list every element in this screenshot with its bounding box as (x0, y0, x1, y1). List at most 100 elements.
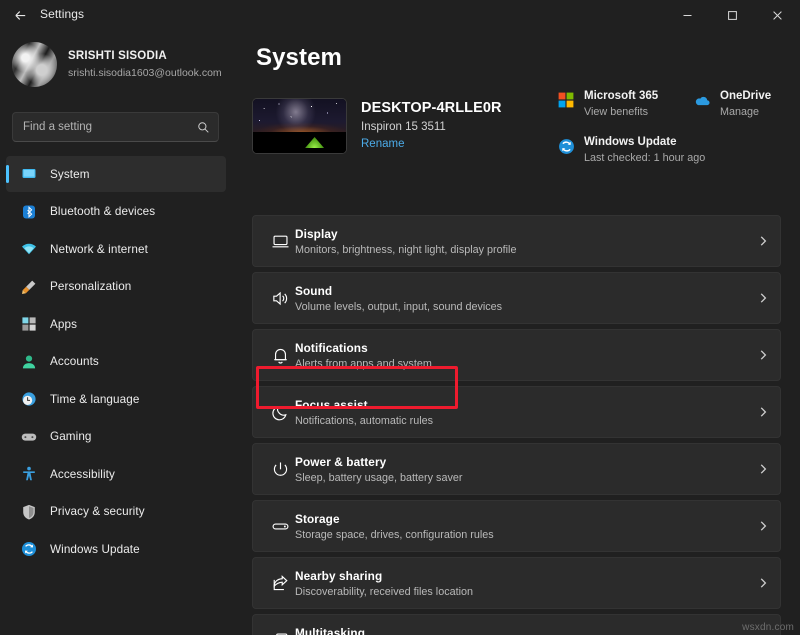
share-icon (265, 574, 295, 593)
settings-row-notifications[interactable]: Notifications Alerts from apps and syste… (252, 329, 781, 381)
maximize-button[interactable] (710, 0, 755, 30)
sidebar-label: Personalization (50, 280, 131, 293)
settings-window: Settings SRISHTI SISODIA srishti.sisodia… (0, 0, 800, 635)
sidebar-label: Gaming (50, 430, 92, 443)
sidebar-item-system[interactable]: System (6, 156, 226, 192)
search-box[interactable] (12, 112, 219, 142)
row-title: Notifications (295, 341, 746, 355)
row-title: Display (295, 227, 746, 241)
row-title: Nearby sharing (295, 569, 746, 583)
row-title: Storage (295, 512, 746, 526)
sidebar-label: Bluetooth & devices (50, 205, 155, 218)
sidebar-nav: System Bluetooth & devices Network & int… (6, 156, 226, 569)
rename-link[interactable]: Rename (361, 138, 502, 150)
storage-icon (265, 517, 295, 536)
windows-update-icon (20, 541, 37, 558)
title-bar: Settings (0, 0, 800, 30)
service-microsoft-365[interactable]: Microsoft 365 View benefits (557, 90, 693, 118)
chevron-right-icon (746, 235, 780, 247)
sidebar-item-time-language[interactable]: Time & language (6, 381, 226, 417)
watermark: wsxdn.com (742, 622, 794, 633)
sidebar-item-network-internet[interactable]: Network & internet (6, 231, 226, 267)
search-icon (197, 121, 210, 134)
sidebar-label: Accounts (50, 355, 99, 368)
apps-icon (20, 316, 37, 333)
avatar (12, 42, 57, 87)
account-name: SRISHTI SISODIA (68, 49, 222, 63)
device-name: DESKTOP-4RLLE0R (361, 100, 502, 116)
search-input[interactable] (23, 121, 197, 133)
sound-icon (265, 289, 295, 308)
sidebar-item-accessibility[interactable]: Accessibility (6, 456, 226, 492)
service-windows-update[interactable]: Windows Update Last checked: 1 hour ago (557, 136, 705, 164)
row-subtitle: Alerts from apps and system (295, 358, 746, 370)
service-title: Microsoft 365 (584, 90, 658, 102)
row-subtitle: Volume levels, output, input, sound devi… (295, 301, 746, 313)
sidebar-item-accounts[interactable]: Accounts (6, 344, 226, 380)
windows-update-icon (557, 137, 575, 155)
chevron-right-icon (746, 292, 780, 304)
wifi-icon (20, 241, 37, 258)
row-title: Multitasking (295, 626, 746, 635)
sidebar-label: Privacy & security (50, 505, 145, 518)
row-title: Power & battery (295, 455, 746, 469)
window-controls (665, 0, 800, 30)
chevron-right-icon (746, 520, 780, 532)
microsoft-365-icon (557, 91, 575, 109)
sidebar-item-apps[interactable]: Apps (6, 306, 226, 342)
settings-row-sound[interactable]: Sound Volume levels, output, input, soun… (252, 272, 781, 324)
display-icon (265, 232, 295, 251)
gaming-icon (20, 428, 37, 445)
accessibility-icon (20, 466, 37, 483)
paintbrush-icon (20, 278, 37, 295)
power-icon (265, 460, 295, 479)
service-title: OneDrive (720, 90, 771, 102)
moon-icon (265, 403, 295, 422)
row-subtitle: Sleep, battery usage, battery saver (295, 472, 746, 484)
time-language-icon (20, 391, 37, 408)
back-button[interactable] (6, 3, 34, 27)
account-block[interactable]: SRISHTI SISODIA srishti.sisodia1603@outl… (12, 42, 222, 87)
sidebar-item-privacy-security[interactable]: Privacy & security (6, 494, 226, 530)
sidebar: SRISHTI SISODIA srishti.sisodia1603@outl… (0, 30, 232, 635)
row-subtitle: Storage space, drives, configuration rul… (295, 529, 746, 541)
settings-row-display[interactable]: Display Monitors, brightness, night ligh… (252, 215, 781, 267)
sidebar-label: Apps (50, 318, 77, 331)
sidebar-label: Time & language (50, 393, 139, 406)
settings-row-focus-assist[interactable]: Focus assist Notifications, automatic ru… (252, 386, 781, 438)
chevron-right-icon (746, 577, 780, 589)
chevron-right-icon (746, 463, 780, 475)
row-title: Focus assist (295, 398, 746, 412)
device-summary: DESKTOP-4RLLE0R Inspiron 15 3511 Rename (252, 98, 502, 154)
sidebar-label: Accessibility (50, 468, 115, 481)
service-subtitle: View benefits (584, 106, 658, 118)
page-title: System (256, 44, 342, 72)
onedrive-icon (693, 91, 711, 109)
device-model: Inspiron 15 3511 (361, 121, 502, 133)
settings-row-power-battery[interactable]: Power & battery Sleep, battery usage, ba… (252, 443, 781, 495)
sidebar-item-windows-update[interactable]: Windows Update (6, 531, 226, 567)
close-button[interactable] (755, 0, 800, 30)
accounts-icon (20, 353, 37, 370)
settings-row-multitasking[interactable]: Multitasking Snap windows, desktops, tas… (252, 614, 781, 635)
settings-list: Display Monitors, brightness, night ligh… (252, 215, 781, 635)
main-content: System DESKTOP-4RLLE0R Inspiron 15 3511 … (232, 30, 800, 635)
settings-row-nearby-sharing[interactable]: Nearby sharing Discoverability, received… (252, 557, 781, 609)
system-icon (20, 166, 37, 183)
service-subtitle: Manage (720, 106, 771, 118)
bluetooth-icon (20, 203, 37, 220)
account-email: srishti.sisodia1603@outlook.com (68, 67, 222, 80)
sidebar-item-gaming[interactable]: Gaming (6, 419, 226, 455)
service-onedrive[interactable]: OneDrive Manage (693, 90, 771, 118)
settings-row-storage[interactable]: Storage Storage space, drives, configura… (252, 500, 781, 552)
sidebar-label: Network & internet (50, 243, 148, 256)
chevron-right-icon (746, 406, 780, 418)
minimize-button[interactable] (665, 0, 710, 30)
sidebar-item-personalization[interactable]: Personalization (6, 269, 226, 305)
sidebar-item-bluetooth-devices[interactable]: Bluetooth & devices (6, 194, 226, 230)
services-panel: Microsoft 365 View benefits OneDrive Man… (557, 90, 792, 164)
row-subtitle: Discoverability, received files location (295, 586, 746, 598)
row-subtitle: Monitors, brightness, night light, displ… (295, 244, 746, 256)
shield-icon (20, 503, 37, 520)
multitasking-icon (265, 631, 295, 635)
